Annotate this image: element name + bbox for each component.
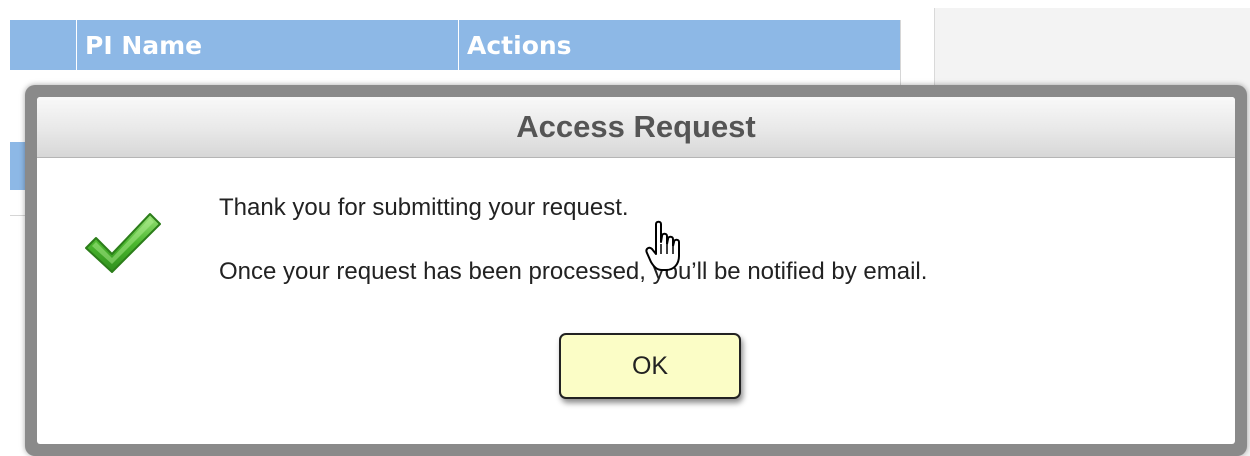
message-line-1: Thank you for submitting your request. (219, 194, 629, 221)
column-header-pi-name[interactable]: PI Name (76, 20, 458, 70)
message-line-2: Once your request has been processed, yo… (219, 258, 928, 285)
column-header-select (10, 20, 76, 70)
checkmark-icon (85, 213, 161, 273)
table-header: PI Name Actions (10, 20, 900, 70)
column-header-actions[interactable]: Actions (458, 20, 900, 70)
access-request-dialog: Access Request Thank you for submitting … (37, 97, 1235, 444)
dialog-body: Thank you for submitting your request. O… (37, 158, 1235, 444)
page: PI Name Actions Access Request Thank you… (0, 0, 1250, 456)
dialog-title: Access Request (516, 109, 756, 144)
dialog-titlebar: Access Request (37, 97, 1235, 158)
hand-pointer-icon (645, 220, 680, 271)
dialog-frame: Access Request Thank you for submitting … (25, 85, 1247, 456)
ok-button[interactable]: OK (559, 333, 741, 399)
